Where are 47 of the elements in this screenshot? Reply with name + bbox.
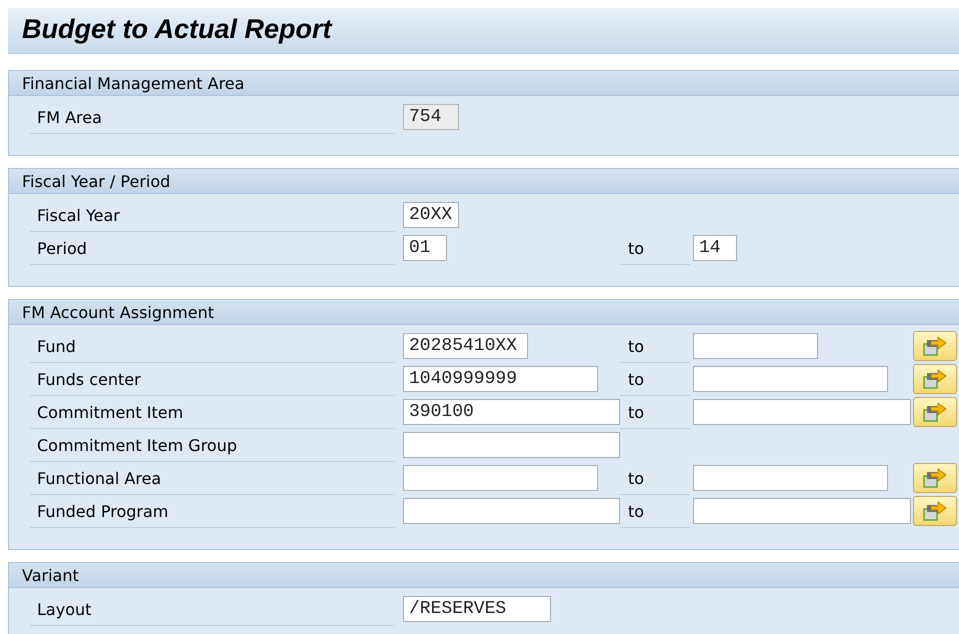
range-label: to [620, 234, 690, 264]
field-label: Period [30, 234, 395, 264]
arrow-icon [922, 500, 948, 522]
multiple-selection-button[interactable] [913, 396, 957, 426]
range-label: to [620, 496, 690, 528]
input-field[interactable]: 1040999999 [403, 366, 598, 392]
field-label: Funded Program [30, 496, 395, 528]
range-label: to [620, 364, 690, 396]
field-label: Fund [30, 332, 395, 362]
input-field[interactable] [693, 332, 818, 358]
arrow-icon [922, 400, 948, 422]
group-title: FM Account Assignment [21, 302, 214, 322]
multiple-selection-button[interactable] [913, 330, 957, 360]
range-label: to [620, 398, 690, 428]
input-field[interactable] [693, 498, 911, 524]
input-field[interactable]: 14 [693, 234, 737, 260]
field-label: Commitment Item [30, 398, 395, 428]
input-field[interactable] [403, 432, 620, 458]
field-label: Functional Area [30, 464, 395, 494]
field-label: FM Area [30, 102, 395, 134]
multiple-selection-button[interactable] [913, 364, 957, 394]
input-field[interactable] [693, 398, 911, 424]
group-title: Fiscal Year / Period [21, 172, 170, 190]
input-field[interactable] [693, 464, 888, 490]
window-title: Budget to Actual Report [21, 13, 332, 45]
input-field[interactable]: 390100 [403, 398, 620, 424]
multiple-selection-button[interactable] [913, 496, 957, 526]
range-label: to [620, 464, 690, 494]
arrow-icon [922, 334, 948, 356]
arrow-icon [922, 466, 948, 488]
input-field[interactable] [403, 498, 620, 524]
range-label: to [620, 332, 690, 362]
input-field[interactable]: 20XX [403, 202, 459, 228]
input-field[interactable] [693, 366, 888, 392]
input-field[interactable] [403, 464, 598, 490]
input-field[interactable]: /RESERVES [403, 596, 551, 622]
group-title: Financial Management Area [21, 74, 244, 92]
field-label: Funds center [30, 364, 395, 396]
input-field[interactable]: 01 [403, 234, 447, 260]
input-field[interactable]: 20285410XX [403, 332, 528, 358]
multiple-selection-button[interactable] [913, 462, 957, 492]
field-label: Layout [30, 594, 395, 626]
arrow-icon [922, 368, 948, 390]
field-label: Fiscal Year [30, 200, 395, 232]
group-title: Variant [21, 566, 79, 584]
input-field[interactable]: 754 [403, 104, 459, 130]
field-label: Commitment Item Group [30, 430, 395, 462]
